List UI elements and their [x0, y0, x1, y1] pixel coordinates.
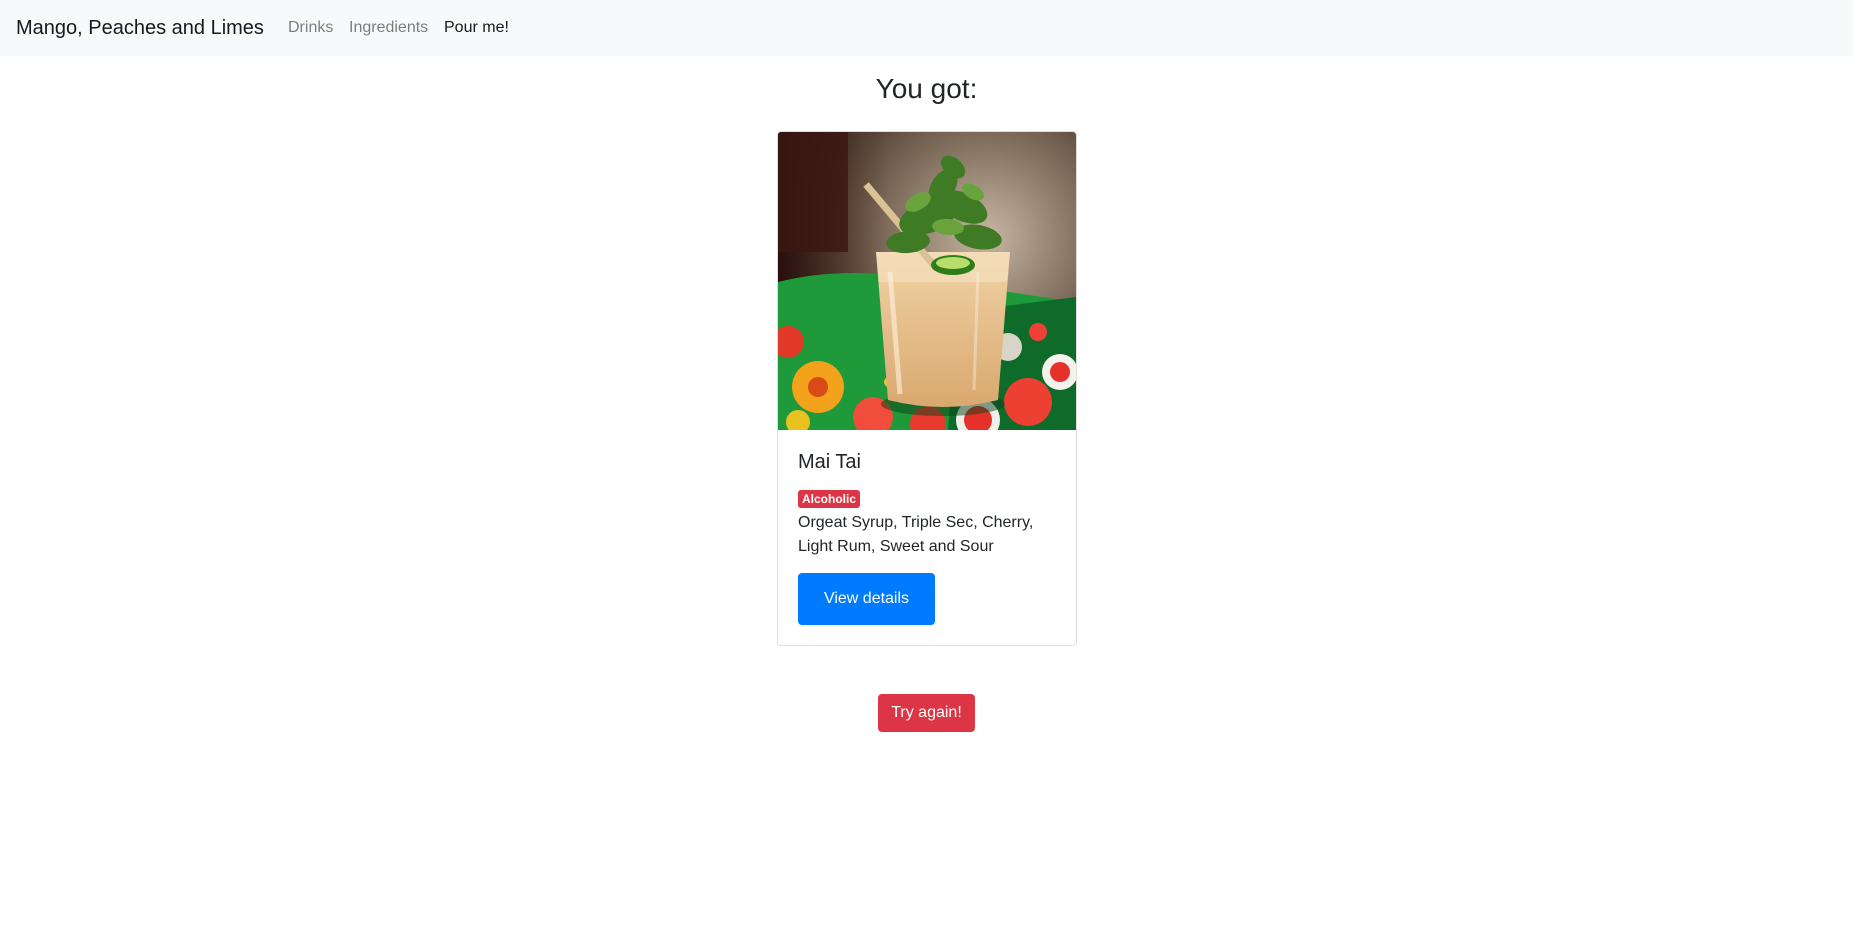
drink-name: Mai Tai — [798, 451, 861, 473]
try-again-button[interactable]: Try again! — [878, 694, 975, 732]
nav-link-ingredients[interactable]: Ingredients — [349, 18, 428, 38]
nav-link-drinks[interactable]: Drinks — [288, 18, 333, 38]
alcoholic-badge: Alcoholic — [798, 490, 861, 508]
page-heading: You got: — [875, 73, 978, 104]
view-details-button[interactable]: View details — [798, 573, 935, 625]
brand-link[interactable]: Mango, Peaches and Limes — [16, 14, 264, 42]
nav-link-pour-me[interactable]: Pour me! — [444, 18, 509, 38]
ingredients-text: Orgeat Syrup, Triple Sec, Cherry, Light … — [798, 514, 1034, 555]
top-navbar: Mango, Peaches and Limes Drinks Ingredie… — [0, 0, 1853, 56]
drink-image — [778, 132, 1076, 430]
drink-card: Mai Tai Alcoholic Orgeat Syrup, Triple S… — [777, 131, 1077, 646]
